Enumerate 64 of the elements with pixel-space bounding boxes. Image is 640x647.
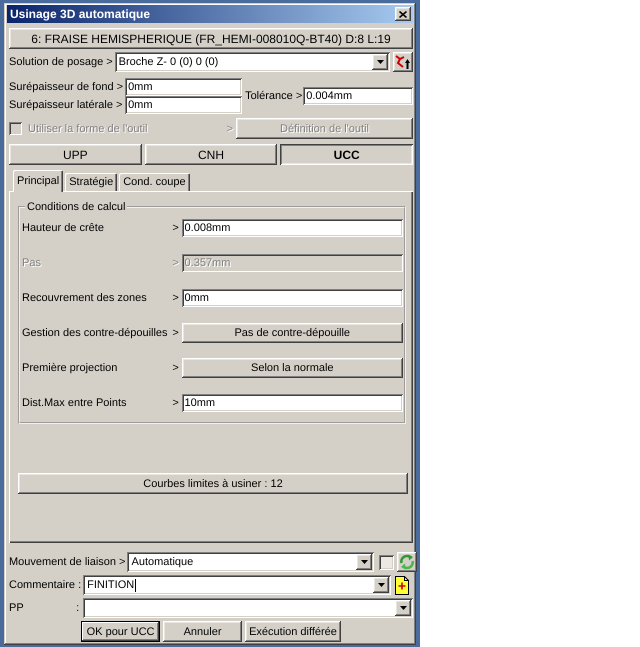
dropdown-field[interactable]: Broche Z- 0 (0) 0 (0) <box>114 52 390 72</box>
fixture-button[interactable] <box>393 52 413 72</box>
colon-label: : <box>76 602 80 614</box>
note-plus-icon[interactable] <box>395 576 409 594</box>
chevron-label: > <box>171 257 180 269</box>
field-label: Mouvement de liaison > <box>9 556 126 568</box>
mode-button[interactable]: UPP <box>9 144 142 165</box>
dropdown-button[interactable] <box>373 577 389 593</box>
tab[interactable]: Cond. coupe <box>119 173 190 191</box>
dialog-button[interactable]: Exécution différée <box>245 621 341 642</box>
dropdown-button[interactable] <box>356 554 372 570</box>
dropdown-button[interactable] <box>372 54 388 70</box>
field-label: Gestion des contre-dépouilles <box>22 327 168 339</box>
window-title: Usinage 3D automatique <box>10 7 150 21</box>
curves-button[interactable]: Courbes limites à usiner : 12 <box>18 473 408 494</box>
dialog-button[interactable]: OK pour UCC <box>81 621 160 642</box>
dropdown-button[interactable] <box>395 600 411 616</box>
chevron-label: > <box>171 292 180 304</box>
mode-button[interactable]: UCC <box>280 144 413 165</box>
field-label: Commentaire : <box>9 579 82 591</box>
chevron-label: > <box>171 222 180 234</box>
field-label: Tolérance > <box>245 90 302 102</box>
dropdown-field[interactable] <box>83 598 413 618</box>
field-label: Hauteur de crête <box>22 222 105 234</box>
checkbox-label: Utiliser la forme de l'outil <box>28 122 148 134</box>
chevron-label: > <box>171 327 180 339</box>
option-button[interactable]: Selon la normale <box>182 358 403 378</box>
field-label: Première projection <box>22 362 118 374</box>
dropdown-field[interactable]: Automatique <box>127 552 374 572</box>
field-label: Surépaisseur de fond > <box>9 81 124 93</box>
refresh-icon <box>399 554 416 570</box>
tab[interactable]: Stratégie <box>65 173 118 191</box>
group-title: Conditions de calcul <box>26 201 126 213</box>
close-button[interactable] <box>395 7 411 21</box>
input-field[interactable]: 10mm <box>182 394 403 412</box>
chevron-label: > <box>226 122 233 134</box>
field-label: Surépaisseur latérale > <box>9 99 124 111</box>
dropdown-field[interactable]: FINITION <box>83 575 391 595</box>
tab[interactable]: Principal <box>13 170 64 192</box>
caret-icon <box>360 560 368 564</box>
refresh-button[interactable] <box>397 552 418 572</box>
caret-icon <box>376 60 384 64</box>
input-field[interactable]: 0.004mm <box>303 87 413 105</box>
field-label: PP <box>9 602 24 614</box>
input-field[interactable]: 0mm <box>125 78 242 96</box>
chevron-label: > <box>171 397 180 409</box>
close-icon <box>399 10 407 18</box>
field-label: Solution de posage > <box>9 56 113 68</box>
field-label: Dist.Max entre Points <box>22 397 128 409</box>
input-field[interactable]: 0mm <box>125 96 242 114</box>
input-field[interactable]: 0mm <box>182 289 403 307</box>
chevron-label: > <box>171 362 180 374</box>
field-label: Pas <box>22 257 42 269</box>
option-button[interactable]: Pas de contre-dépouille <box>182 323 403 343</box>
tool-button[interactable]: 6: FRAISE HEMISPHERIQUE (FR_HEMI-008010Q-BT40) D:8 L:19 <box>9 28 413 49</box>
caret-icon <box>400 606 406 610</box>
zigzag-arrow-icon <box>395 54 411 70</box>
checkbox[interactable] <box>379 554 394 570</box>
input-field: 0.357mm <box>182 254 403 272</box>
field-label: Recouvrement des zones <box>22 292 148 304</box>
dialog-button[interactable]: Annuler <box>163 621 242 642</box>
caret-icon <box>378 583 384 587</box>
mode-button[interactable]: CNH <box>144 144 278 165</box>
input-field[interactable]: 0.008mm <box>182 219 403 237</box>
